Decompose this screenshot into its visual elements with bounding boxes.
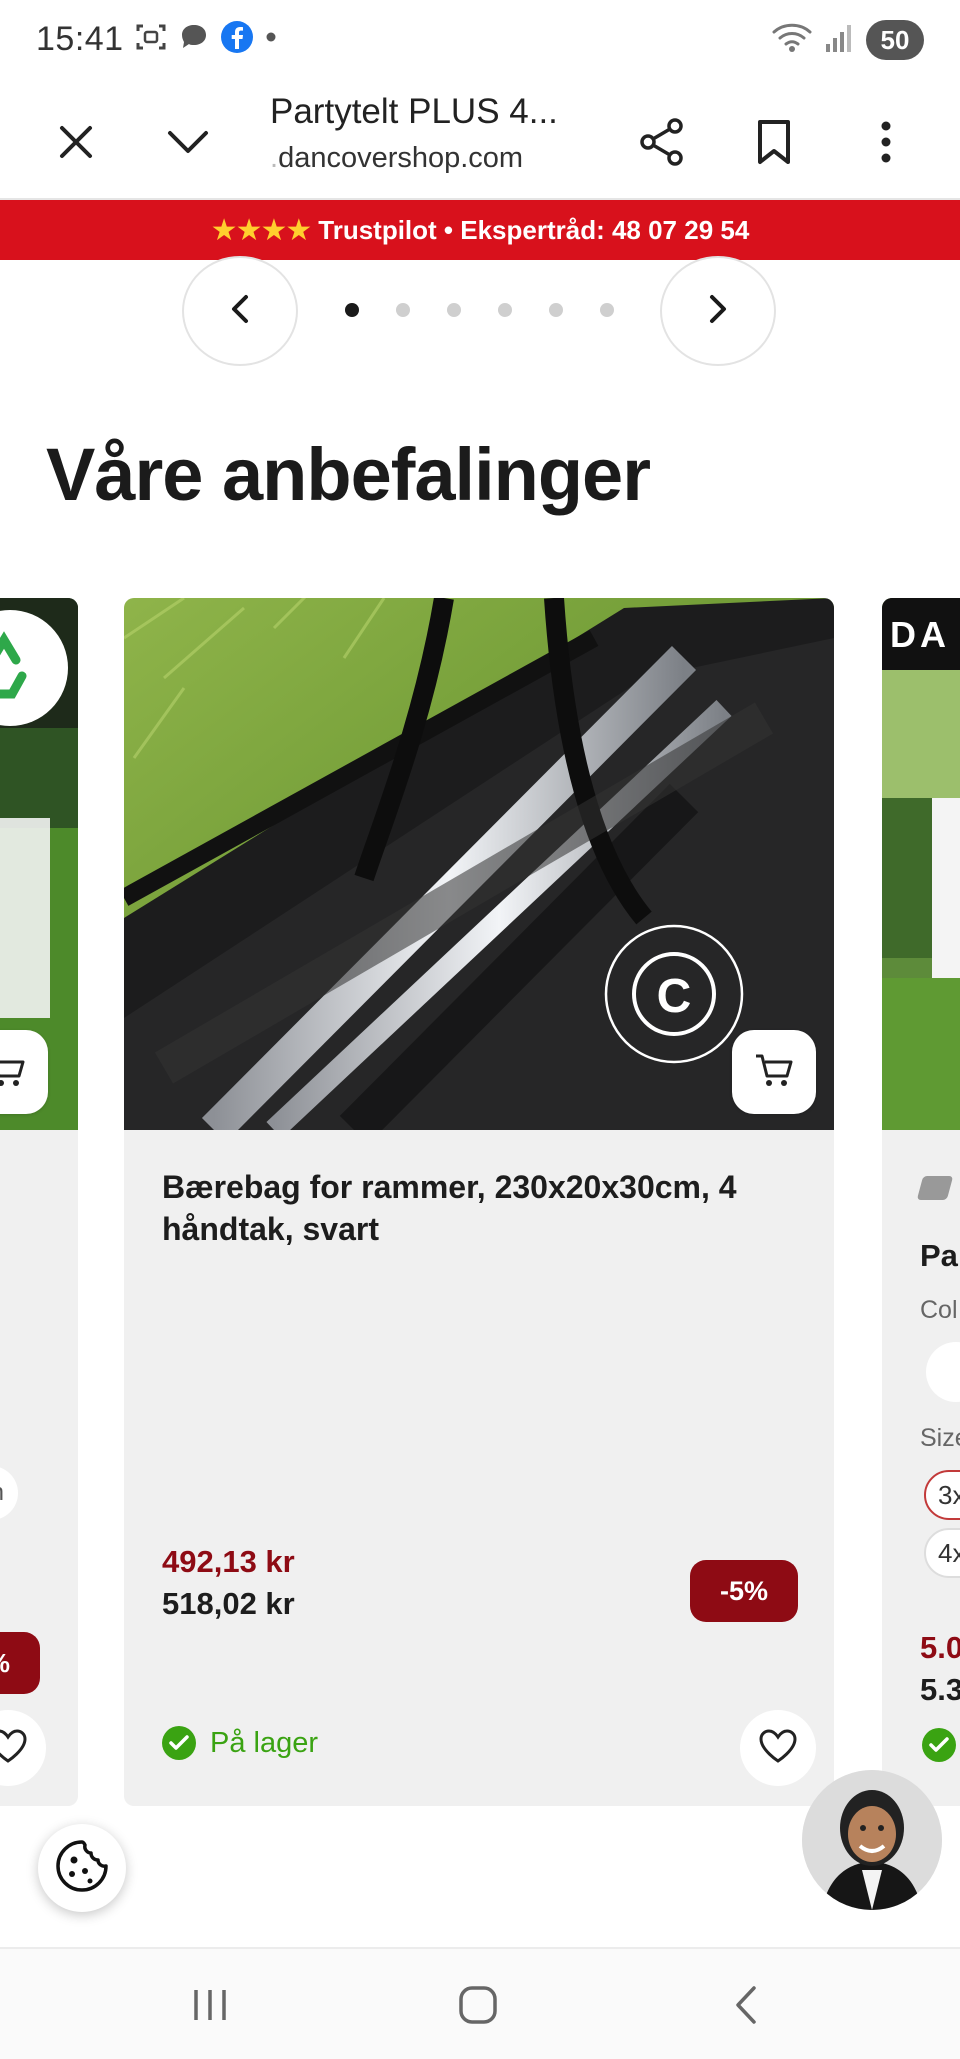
heart-icon	[0, 1728, 28, 1769]
product-title[interactable]: Bærebag for rammer, 230x20x30cm, 4 håndt…	[162, 1166, 802, 1250]
add-to-cart-button-left[interactable]	[0, 1030, 48, 1114]
bookmark-icon[interactable]	[738, 106, 810, 178]
brand-logo-partial: DA	[890, 614, 950, 655]
cart-icon	[754, 1052, 794, 1093]
product-image-left	[0, 598, 78, 1130]
product-image[interactable]: C	[124, 598, 834, 1130]
discount-badge: -5%	[690, 1560, 798, 1622]
chat-support-avatar[interactable]	[802, 1770, 942, 1910]
size-option-left[interactable]: n	[0, 1466, 18, 1520]
size-label-right: Size	[920, 1424, 960, 1452]
product-card[interactable]: C Bærebag for rammer, 230x20x30cm, 4 hån…	[124, 598, 834, 1806]
system-navigation-bar	[0, 1947, 960, 2059]
star-rating-icon: ★★★★	[210, 213, 313, 247]
battery-icon: 50	[866, 20, 924, 60]
wifi-icon	[772, 22, 812, 59]
page-title[interactable]: Partytelt PLUS 4...	[270, 92, 558, 132]
browser-toolbar: Partytelt PLUS 4... .dancovershop.com	[0, 84, 960, 200]
facebook-icon	[220, 20, 254, 59]
chevron-right-icon	[707, 294, 729, 329]
carousel-dot-1[interactable]	[345, 303, 359, 317]
section-heading: Våre anbefalinger	[46, 433, 651, 516]
status-time: 15:41	[36, 20, 124, 58]
signal-icon	[824, 22, 854, 59]
back-icon[interactable]	[710, 1969, 782, 2041]
color-label-right: Col	[920, 1296, 958, 1324]
carousel-dot-6[interactable]	[600, 303, 614, 317]
original-price: 518,02 kr	[162, 1586, 295, 1621]
trustpilot-banner[interactable]: ★★★★ Trustpilot • Ekspertråd: 48 07 29 5…	[0, 200, 960, 260]
carousel-dot-4[interactable]	[498, 303, 512, 317]
add-to-cart-button[interactable]	[732, 1030, 816, 1114]
chevron-left-icon	[229, 294, 251, 329]
chat-icon	[178, 21, 210, 58]
url-prefix: .	[270, 142, 279, 174]
product-title-right[interactable]: Pa	[920, 1238, 958, 1274]
wishlist-button-left[interactable]	[0, 1710, 46, 1786]
url-domain: dancovershop.com	[278, 142, 524, 174]
stock-status: På lager	[162, 1726, 318, 1760]
wishlist-button[interactable]	[740, 1710, 816, 1786]
cookie-icon	[54, 1838, 110, 1899]
page-url[interactable]: .dancovershop.com	[270, 142, 523, 175]
cart-icon	[0, 1052, 26, 1093]
carousel-next-button[interactable]	[660, 256, 776, 366]
carousel-dot-2[interactable]	[396, 303, 410, 317]
check-circle-icon	[162, 1726, 196, 1760]
svg-text:C: C	[657, 970, 692, 1023]
color-swatch-right[interactable]	[926, 1342, 960, 1402]
share-icon[interactable]	[626, 106, 698, 178]
size-option-right-2[interactable]: 4x	[924, 1528, 960, 1578]
sale-price-right: 5.0	[920, 1630, 960, 1665]
close-icon[interactable]	[40, 106, 112, 178]
dot-icon	[264, 30, 278, 49]
stock-label: På lager	[210, 1726, 319, 1759]
home-icon[interactable]	[442, 1969, 514, 2041]
sale-price: 492,13 kr	[162, 1544, 295, 1579]
screenshot-icon	[134, 20, 168, 59]
tag-icon	[916, 1176, 954, 1200]
recent-apps-icon[interactable]	[174, 1969, 246, 2041]
more-icon[interactable]	[850, 106, 922, 178]
discount-badge-left: %	[0, 1632, 40, 1694]
size-option-right-1[interactable]: 3x	[924, 1470, 960, 1520]
status-bar: 15:41 50	[0, 0, 960, 84]
chevron-down-icon[interactable]	[152, 106, 224, 178]
check-circle-icon	[922, 1728, 956, 1762]
trustpilot-text: Trustpilot • Ekspertråd: 48 07 29 54	[318, 214, 750, 245]
heart-icon	[758, 1728, 798, 1769]
carousel-prev-button[interactable]	[182, 256, 298, 366]
carousel-dots	[345, 303, 614, 317]
carousel-dot-3[interactable]	[447, 303, 461, 317]
carousel-navigation	[0, 256, 960, 366]
product-card-left[interactable]: n %	[0, 598, 78, 1806]
carousel-dot-5[interactable]	[549, 303, 563, 317]
original-price-right: 5.3	[920, 1672, 960, 1707]
product-image-right: DA	[882, 598, 960, 1130]
product-card-right[interactable]: DA Pa Col Size 3x 4x 5.0 5.3	[882, 598, 960, 1806]
cookie-settings-button[interactable]	[38, 1824, 126, 1912]
